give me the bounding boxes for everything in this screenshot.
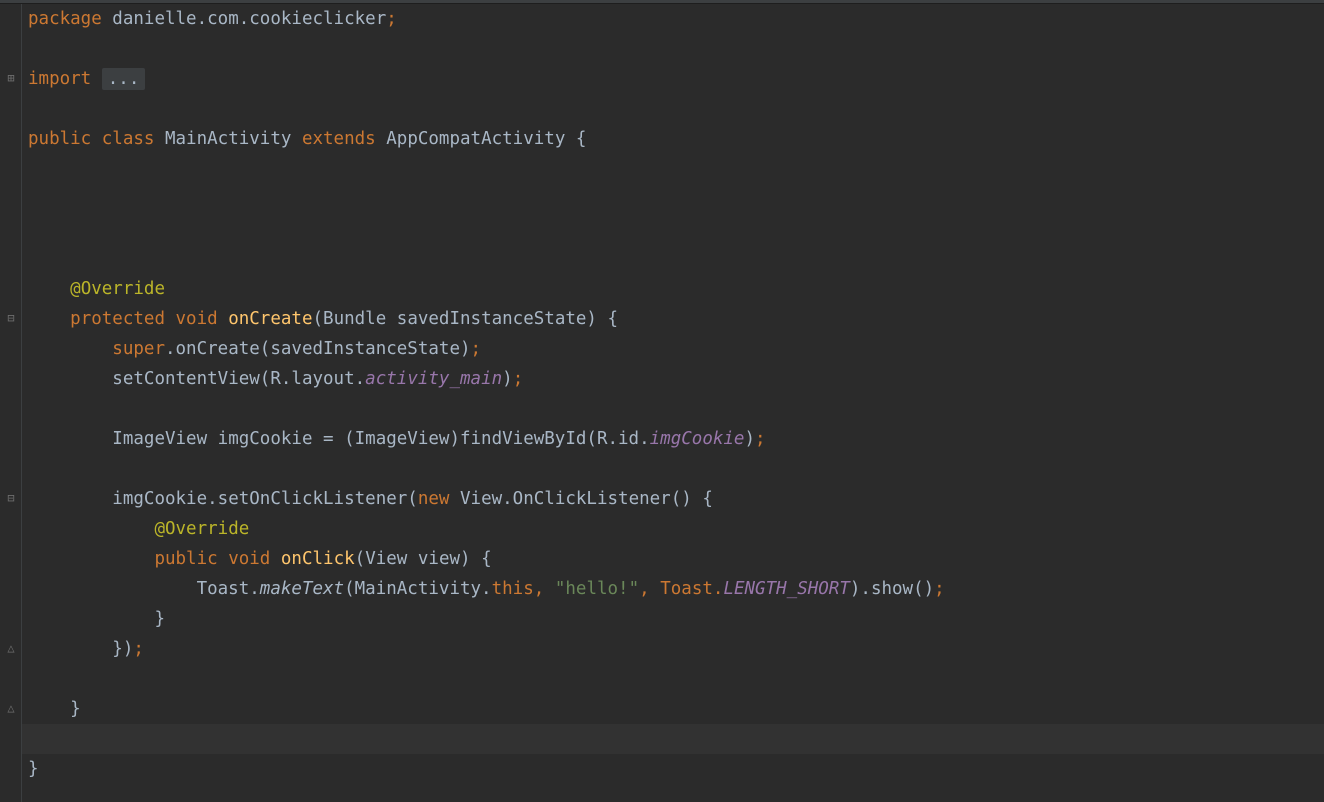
- kw-extends: extends: [302, 129, 386, 149]
- code-text-area[interactable]: package danielle.com.cookieclicker; impo…: [22, 4, 1324, 802]
- editor-gutter[interactable]: ⊞ ⊟ ⊟ △ △: [0, 4, 22, 802]
- id-imgCookie: imgCookie: [650, 429, 745, 449]
- const-length-short: LENGTH_SHORT: [723, 579, 849, 599]
- annotation-override: @Override: [70, 279, 165, 299]
- layout-activity-main: activity_main: [365, 369, 502, 389]
- string-literal: "hello!": [555, 579, 639, 599]
- class-name: MainActivity: [165, 129, 302, 149]
- expand-fold-icon[interactable]: ⊞: [4, 71, 18, 85]
- kw-class: class: [102, 129, 165, 149]
- method-onClick: onClick: [281, 549, 355, 569]
- kw-void: void: [176, 309, 229, 329]
- collapse-fold-icon[interactable]: ⊟: [4, 491, 18, 505]
- collapse-fold-icon[interactable]: ⊟: [4, 311, 18, 325]
- kw-new: new: [418, 489, 460, 509]
- kw-public: public: [28, 129, 102, 149]
- kw-super: super: [112, 339, 165, 359]
- collapsed-imports[interactable]: ...: [102, 68, 146, 90]
- kw-this: this: [492, 579, 534, 599]
- fold-end-icon[interactable]: △: [4, 641, 18, 655]
- annotation-override: @Override: [154, 519, 249, 539]
- fold-end-icon[interactable]: △: [4, 701, 18, 715]
- kw-void: void: [228, 549, 281, 569]
- static-makeText: makeText: [260, 579, 344, 599]
- kw-protected: protected: [70, 309, 175, 329]
- code-content[interactable]: package danielle.com.cookieclicker; impo…: [28, 4, 1324, 784]
- kw-public: public: [154, 549, 228, 569]
- kw-package: package: [28, 9, 102, 29]
- kw-import: import: [28, 69, 91, 89]
- method-onCreate: onCreate: [228, 309, 312, 329]
- code-editor[interactable]: ⊞ ⊟ ⊟ △ △ package danielle.com.cookiecli…: [0, 4, 1324, 802]
